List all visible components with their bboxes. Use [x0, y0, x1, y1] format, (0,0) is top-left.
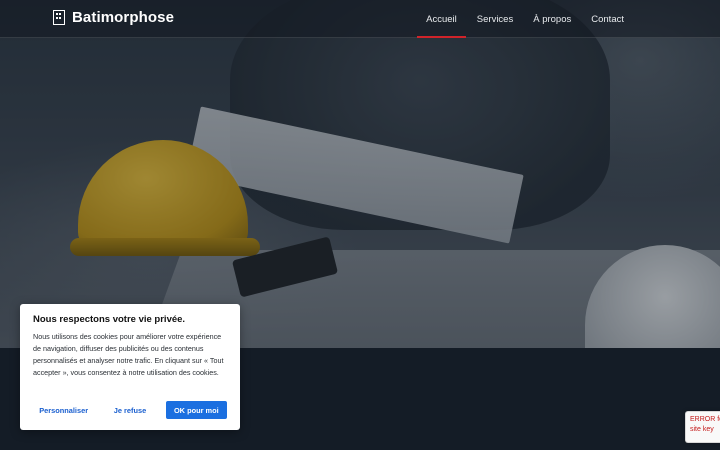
refuse-button[interactable]: Je refuse — [99, 401, 161, 419]
cookie-title: Nous respectons votre vie privée. — [33, 314, 186, 325]
brand-logo[interactable]: Batimorphose — [53, 9, 174, 26]
cookie-text: Nous utilisons des cookies pour améliore… — [33, 332, 224, 377]
customize-button[interactable]: Personnaliser — [33, 401, 95, 419]
recaptcha-badge[interactable]: ERROR for site key — [685, 411, 720, 443]
site-header: Batimorphose Accueil Services À propos C… — [0, 0, 720, 38]
nav-services[interactable]: Services — [467, 0, 523, 38]
brand-name: Batimorphose — [72, 9, 175, 26]
recaptcha-error-line1: ERROR for — [690, 416, 720, 423]
building-icon — [53, 10, 65, 25]
cookie-actions: Personnaliser Je refuse OK pour moi — [33, 401, 228, 419]
accept-button[interactable]: OK pour moi — [165, 401, 228, 419]
cookie-consent-dialog: Nous respectons votre vie privée. Nous u… — [20, 304, 240, 430]
main-nav: Accueil Services À propos Contact — [416, 0, 634, 38]
nav-contact[interactable]: Contact — [581, 0, 634, 38]
nav-accueil[interactable]: Accueil — [416, 0, 467, 38]
recaptcha-error-line2: site key — [690, 426, 714, 433]
hero-overlay — [0, 0, 720, 348]
hero-background-image — [0, 0, 720, 348]
nav-a-propos[interactable]: À propos — [523, 0, 581, 38]
